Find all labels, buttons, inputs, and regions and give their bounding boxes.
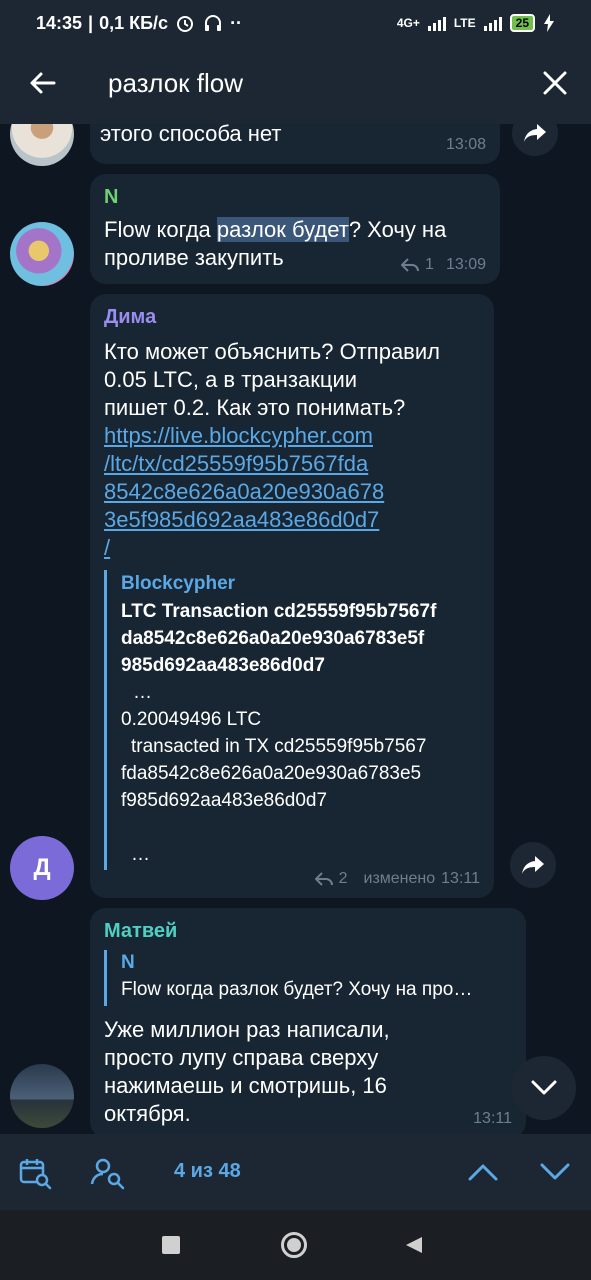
avatar[interactable]: [10, 222, 74, 286]
preview-title-line: LTC Transaction cd25559f95b7567f: [121, 601, 437, 622]
home-button[interactable]: [281, 1232, 307, 1258]
link-preview[interactable]: Blockcypher LTC Transaction cd25559f95b7…: [104, 570, 474, 870]
status-time: 14:35: [36, 12, 83, 33]
message-meta: 13:11: [473, 1110, 512, 1128]
preview-body: … 0.20049496 LTC transacted in TX cd2555…: [121, 679, 474, 868]
link-line: 8542c8e626a0a20e930a678: [104, 479, 385, 504]
battery-icon: 25: [509, 14, 535, 32]
chevron-down-icon[interactable]: [540, 1162, 570, 1182]
chevron-down-icon: [531, 1080, 557, 1095]
search-highlight: разлок будет: [216, 217, 349, 242]
preview-body-line: [121, 814, 474, 841]
preview-body-line: …: [131, 844, 150, 865]
message-bubble[interactable]: Дима Кто может объяснить? Отправил 0.05 …: [90, 294, 494, 898]
message-bubble[interactable]: N Flow когда разлок будет? Хочу на проли…: [90, 174, 500, 284]
search-result-counter: 4 из 48: [174, 1160, 241, 1182]
message-text: Уже миллион раз написали, просто лупу сп…: [104, 1017, 390, 1126]
edited-label: изменено: [363, 870, 436, 887]
charging-icon: [544, 14, 554, 32]
message-bubble[interactable]: Матвей N Flow когда разлок будет? Хочу н…: [90, 908, 526, 1134]
text-line: пишет 0.2. Как это понимать?: [104, 395, 406, 420]
signal-icon: [427, 15, 446, 31]
message-meta: 2 изменено 13:11: [314, 870, 480, 888]
recents-button[interactable]: [162, 1236, 180, 1254]
chevron-up-icon[interactable]: [468, 1162, 498, 1182]
chat-area: этого способа нет 13:08 N Flow когда раз…: [0, 124, 591, 1134]
reply-icon: [401, 258, 420, 272]
preview-site: Blockcypher: [121, 573, 236, 594]
preview-body-line: …: [133, 682, 152, 703]
message-text: Кто может объяснить? Отправил 0.05 LTC, …: [104, 338, 484, 562]
message-text: этого способа нет: [100, 124, 282, 146]
message-bubble[interactable]: этого способа нет 13:08: [90, 124, 500, 164]
more-dots: ··: [230, 12, 243, 33]
scroll-down-button[interactable]: [512, 1056, 576, 1120]
search-input[interactable]: разлок flow: [108, 68, 243, 99]
status-speed: 0,1 КБ/с: [99, 12, 169, 33]
status-bar: 14:35 | 0,1 КБ/с ·· 4G+ LTE 25: [0, 0, 591, 46]
preview-body-line: f985d692aa483e86d0d7: [121, 790, 328, 811]
headphones-icon: [205, 15, 222, 31]
reply-count[interactable]: 1: [425, 256, 434, 274]
signal-icon-2: [483, 15, 502, 31]
status-separator: |: [88, 12, 94, 33]
share-arrow-icon: [524, 124, 546, 142]
forward-button[interactable]: [512, 124, 558, 156]
battery-level: 25: [515, 16, 529, 30]
message-meta: 1 13:09: [401, 256, 486, 274]
alarm-icon: [177, 16, 194, 32]
home-button-inner: [287, 1238, 301, 1252]
avatar[interactable]: [10, 124, 74, 166]
link-line: /ltc/tx/cd25559f95b7567fda: [104, 451, 369, 476]
reply-text: Flow когда разлок будет? Хочу на про…: [121, 979, 473, 1000]
network-lte: LTE: [453, 16, 476, 30]
system-nav-bar: [0, 1210, 591, 1280]
message-time: 13:09: [445, 256, 486, 273]
link-line: https://live.blockcypher.com: [104, 423, 374, 448]
text-line: Кто может объяснить? Отправил: [104, 339, 440, 364]
user-search-icon[interactable]: [90, 1156, 126, 1190]
message-meta: 13:08: [446, 136, 486, 154]
reply-count[interactable]: 2: [339, 870, 348, 888]
back-triangle-icon[interactable]: [404, 1235, 424, 1255]
preview-body-line: 0.20049496 LTC: [121, 709, 262, 730]
back-arrow-icon[interactable]: [26, 66, 60, 100]
preview-title-line: da8542c8e626a0a20e930a6783e5f: [121, 628, 425, 649]
message-time: 13:11: [473, 1110, 512, 1127]
link-line: /: [104, 535, 111, 560]
message-time: 13:08: [445, 136, 486, 153]
share-arrow-icon: [522, 856, 544, 874]
message-author: N: [104, 186, 119, 208]
avatar-letter: Д: [33, 854, 51, 881]
preview-body-line: transacted in TX cd25559f95b7567: [131, 736, 427, 757]
search-header: разлок flow: [0, 46, 591, 124]
reply-icon: [314, 872, 333, 886]
message-time: 13:11: [441, 870, 480, 887]
message-author: Дима: [104, 306, 157, 328]
calendar-search-icon[interactable]: [18, 1156, 52, 1190]
search-nav-bar: 4 из 48: [0, 1134, 591, 1210]
text-line: 0.05 LTC, а в транзакции: [104, 367, 358, 392]
reply-author: N: [121, 952, 135, 973]
message-author: Матвей: [104, 920, 178, 942]
avatar[interactable]: [10, 1064, 74, 1128]
forward-button[interactable]: [510, 842, 556, 888]
preview-title-line: 985d692aa483e86d0d7: [121, 655, 325, 676]
avatar[interactable]: Д: [10, 836, 74, 900]
text-before: Flow когда: [104, 217, 217, 242]
close-icon[interactable]: [538, 66, 572, 100]
preview-title: LTC Transaction cd25559f95b7567f da8542c…: [121, 598, 474, 679]
link-line: 3e5f985d692aa483e86d0d7: [104, 507, 380, 532]
preview-body-line: fda8542c8e626a0a20e930a6783e5: [121, 763, 422, 784]
network-4g: 4G+: [396, 16, 420, 30]
reply-quote[interactable]: N Flow когда разлок будет? Хочу на про…: [104, 950, 514, 1006]
message-link[interactable]: https://live.blockcypher.com /ltc/tx/cd2…: [104, 422, 484, 562]
